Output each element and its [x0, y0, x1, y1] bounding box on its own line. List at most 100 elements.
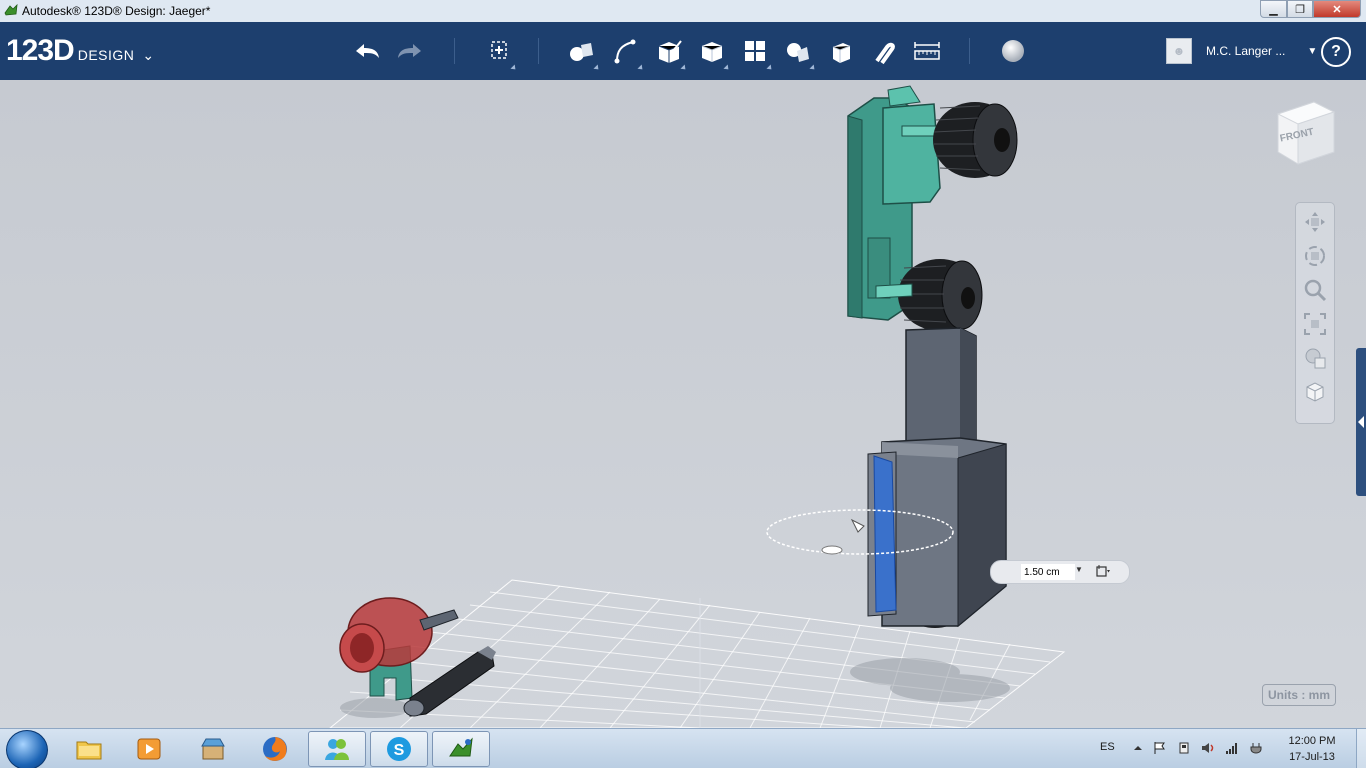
avatar: ☻ [1166, 38, 1192, 64]
dimension-input-box: ▼ [990, 560, 1130, 584]
snap-options-icon[interactable] [1095, 564, 1111, 578]
orbit-button[interactable] [1302, 243, 1328, 269]
dimension-input[interactable] [1021, 564, 1075, 580]
clock[interactable]: 12:00 PM 17-Jul-13 [1282, 733, 1342, 765]
taskbar-media-player[interactable] [120, 731, 178, 767]
taskbar-123d-design[interactable] [432, 731, 490, 767]
dropdown-caret [723, 64, 731, 72]
toolbar-separator [969, 38, 970, 64]
material-button[interactable] [997, 36, 1029, 66]
language-indicator[interactable]: ES [1100, 741, 1115, 753]
view-style-button[interactable] [1302, 345, 1328, 371]
skype-icon: S [387, 737, 411, 761]
modify-icon [701, 42, 723, 62]
tray-volume[interactable] [1200, 740, 1216, 756]
app-window: Autodesk® 123D® Design: Jaeger* ▁ ❐ ✕ 12… [0, 0, 1366, 768]
close-button[interactable]: ✕ [1313, 0, 1361, 18]
fit-icon [1304, 313, 1326, 335]
dropdown-caret [766, 64, 774, 72]
dropdown-caret [510, 64, 518, 72]
zoom-icon [1304, 279, 1327, 302]
snap-button[interactable] [868, 36, 900, 66]
undo-button[interactable] [351, 36, 383, 66]
construct-button[interactable] [653, 36, 688, 72]
chevron-down-icon[interactable]: ▼ [1075, 565, 1083, 574]
taskbar-explorer[interactable] [60, 731, 118, 767]
material-icon [1002, 40, 1024, 62]
combine-button[interactable] [825, 36, 857, 66]
folder-icon [76, 741, 102, 760]
svg-text:S: S [394, 742, 405, 759]
main-toolbar: 123D DESIGN ⌄ ☻ M.C. Langer ... ▼ ? [0, 22, 1366, 80]
sketch-icon [614, 39, 636, 64]
user-menu[interactable]: ☻ M.C. Langer ... ▼ [1166, 38, 1317, 64]
redo-icon [398, 44, 421, 58]
transform-button[interactable] [483, 36, 518, 72]
redo-button[interactable] [394, 36, 426, 66]
view-cube-icon: FRONT [1276, 101, 1336, 165]
wheel-upper[interactable] [933, 102, 1018, 178]
help-button[interactable]: ? [1321, 37, 1351, 67]
tray-action-center[interactable] [1152, 740, 1168, 756]
tray-power[interactable] [1248, 740, 1264, 756]
grouping-icon [787, 43, 809, 62]
chevron-up-icon [1134, 746, 1142, 750]
taskbar-messenger[interactable] [308, 731, 366, 767]
materials-view-button[interactable] [1302, 379, 1328, 405]
pan-icon [1305, 212, 1325, 232]
measure-icon [914, 42, 940, 60]
dropdown-caret [680, 64, 688, 72]
taskbar: S ES 12:00 PM 17-Jul-13 [0, 728, 1366, 768]
store-icon [201, 738, 225, 760]
signal-icon [1226, 743, 1237, 754]
window-title: Autodesk® 123D® Design: Jaeger* [22, 4, 211, 18]
tray-expand-button[interactable] [1130, 740, 1146, 756]
side-panel-toggle[interactable] [1356, 348, 1366, 496]
primitives-button[interactable] [566, 36, 601, 72]
taskbar-skype[interactable]: S [370, 731, 428, 767]
transform-icon [491, 41, 507, 59]
chevron-down-icon: ▼ [1307, 45, 1318, 57]
sketch-button[interactable] [610, 36, 645, 72]
clock-date: 17-Jul-13 [1289, 751, 1335, 763]
power-plug-icon [1250, 743, 1262, 754]
primitives-icon [570, 43, 593, 61]
scene-canvas[interactable] [0, 80, 1366, 728]
start-button[interactable] [6, 730, 48, 768]
combine-icon [832, 43, 851, 63]
volume-icon [1202, 743, 1214, 753]
123d-design-icon [449, 737, 473, 757]
chevron-down-icon: ⌄ [142, 47, 155, 63]
navigation-bar [1295, 202, 1335, 424]
3d-viewport[interactable]: FRONT 1.50 cm ▼ Units: mm [0, 80, 1366, 728]
app-logo-icon [4, 4, 18, 16]
measure-button[interactable] [911, 36, 943, 66]
taskbar-app-store[interactable] [184, 731, 242, 767]
selected-face[interactable] [873, 455, 897, 613]
dropdown-caret [809, 64, 817, 72]
toolbar-separator [454, 38, 455, 64]
modify-button[interactable] [696, 36, 731, 72]
minimize-button[interactable]: ▁ [1260, 0, 1287, 18]
toolbar-separator [538, 38, 539, 64]
usb-icon [1179, 742, 1189, 754]
grouping-button[interactable] [782, 36, 817, 72]
units-indicator[interactable]: Units : mm [1262, 684, 1337, 706]
user-name: M.C. Langer ... [1206, 44, 1286, 58]
fit-button[interactable] [1302, 311, 1328, 337]
pattern-button[interactable] [739, 36, 774, 72]
taskbar-firefox[interactable] [246, 731, 304, 767]
undo-icon [356, 44, 379, 58]
zoom-button[interactable] [1302, 277, 1328, 303]
dropdown-caret [637, 64, 645, 72]
title-bar: Autodesk® 123D® Design: Jaeger* ▁ ❐ ✕ [0, 0, 1366, 23]
materials-view-icon [1306, 382, 1324, 402]
tray-safely-remove[interactable] [1176, 740, 1192, 756]
app-menu-button[interactable]: 123D DESIGN ⌄ [6, 34, 154, 68]
view-cube[interactable]: FRONT [1270, 100, 1340, 170]
show-desktop-button[interactable] [1356, 729, 1366, 768]
maximize-button[interactable]: ❐ [1287, 0, 1313, 18]
pan-button[interactable] [1302, 209, 1328, 235]
tray-network[interactable] [1224, 740, 1240, 756]
clock-time: 12:00 PM [1288, 735, 1336, 747]
